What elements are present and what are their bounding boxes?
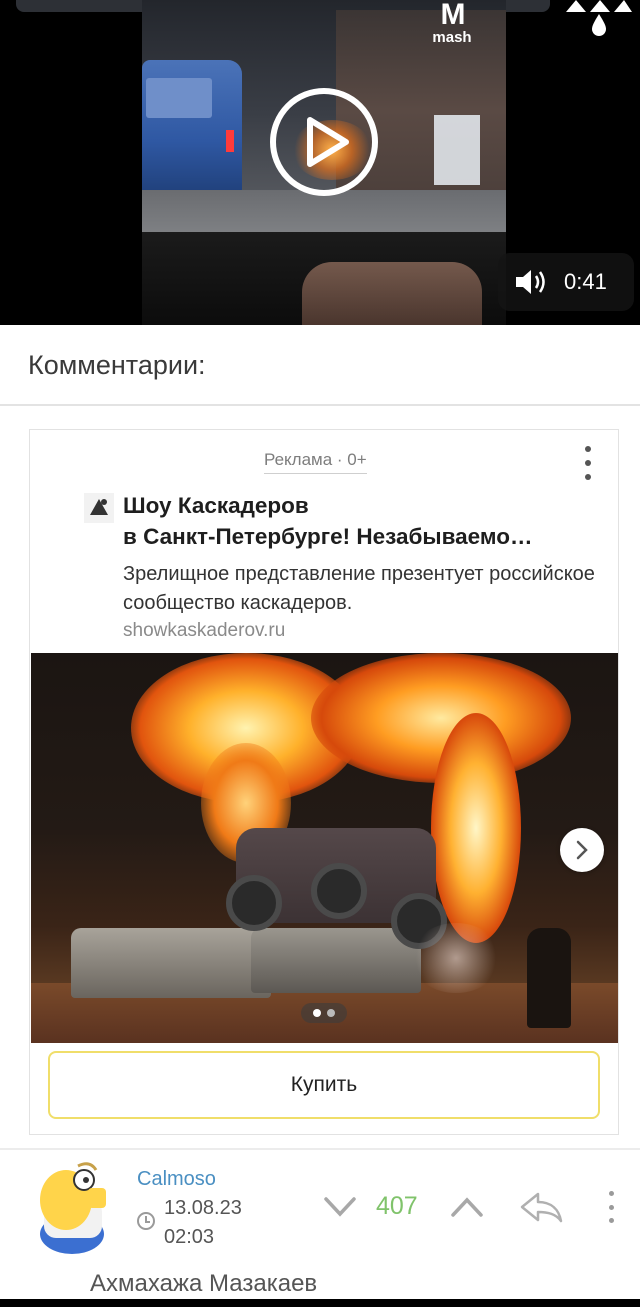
clock-icon bbox=[137, 1212, 155, 1230]
mash-watermark-symbol: M bbox=[440, 0, 466, 31]
ad-image[interactable] bbox=[31, 653, 618, 1043]
comment-text: Ахмахажа Мазакаев bbox=[90, 1270, 318, 1297]
menu-dot-icon bbox=[608, 1191, 614, 1196]
play-icon bbox=[307, 117, 349, 167]
comment-username[interactable]: Calmoso bbox=[137, 1168, 216, 1191]
image-car bbox=[251, 928, 421, 993]
menu-dot-icon bbox=[585, 460, 591, 466]
chevron-down-icon bbox=[324, 1197, 356, 1217]
image-car bbox=[71, 928, 271, 998]
vote-down-button[interactable] bbox=[323, 1194, 357, 1220]
ad-domain[interactable]: showkaskaderov.ru bbox=[123, 620, 285, 642]
comment-menu-button[interactable] bbox=[606, 1191, 616, 1223]
video-bus bbox=[142, 60, 242, 195]
video-duration: 0:41 bbox=[564, 269, 607, 294]
image-wheel bbox=[226, 875, 282, 931]
mash-watermark-text: mash bbox=[432, 29, 472, 46]
menu-dot-icon bbox=[585, 446, 591, 452]
carousel-indicator bbox=[301, 1003, 347, 1023]
image-smoke bbox=[411, 923, 501, 993]
ad-card[interactable]: Реклама · 0+ Шоу Каскадеров в Санкт-Пете… bbox=[29, 429, 619, 1135]
buy-button[interactable]: Купить bbox=[48, 1051, 600, 1119]
comment-time: 02:03 bbox=[164, 1226, 215, 1248]
comment-divider bbox=[0, 1148, 640, 1150]
ad-description: Зрелищное представление презентует росси… bbox=[123, 563, 595, 614]
chevron-up-icon bbox=[451, 1197, 483, 1217]
comment-date: 13.08.23 bbox=[164, 1197, 242, 1219]
volume-icon[interactable] bbox=[514, 267, 550, 297]
comments-heading: Комментарии: bbox=[28, 350, 206, 380]
ad-favicon-icon bbox=[84, 493, 114, 523]
image-wheel bbox=[311, 863, 367, 919]
play-button[interactable] bbox=[270, 88, 378, 196]
menu-dot-icon bbox=[608, 1204, 614, 1210]
ad-menu-button[interactable] bbox=[582, 446, 594, 480]
ad-title-line1[interactable]: Шоу Каскадеров bbox=[123, 490, 603, 521]
video-hand bbox=[302, 262, 482, 325]
vote-up-button[interactable] bbox=[450, 1194, 484, 1220]
avatar[interactable] bbox=[26, 1160, 114, 1256]
site-logo-icon bbox=[566, 0, 632, 36]
menu-dot-icon bbox=[585, 474, 591, 480]
ad-title-line2[interactable]: в Санкт-Петербурге! Незабываемо… bbox=[123, 521, 603, 552]
mash-watermark: M mash bbox=[424, 0, 480, 50]
carousel-next-button[interactable] bbox=[560, 828, 604, 872]
image-photographer bbox=[527, 928, 571, 1028]
video-player[interactable]: M mash 0:41 bbox=[0, 0, 640, 325]
carousel-dot bbox=[327, 1009, 335, 1017]
ad-title[interactable]: Шоу Каскадеров в Санкт-Петербурге! Незаб… bbox=[123, 490, 603, 552]
carousel-dot-active bbox=[313, 1009, 321, 1017]
reply-icon[interactable] bbox=[518, 1190, 564, 1224]
chevron-right-icon bbox=[576, 840, 588, 860]
ad-label[interactable]: Реклама · 0+ bbox=[264, 450, 367, 474]
section-divider bbox=[0, 404, 640, 406]
system-bottom-bar bbox=[0, 1299, 640, 1307]
menu-dot-icon bbox=[608, 1218, 614, 1223]
video-duration-badge[interactable]: 0:41 bbox=[498, 253, 634, 311]
comment-rating: 407 bbox=[376, 1192, 418, 1220]
